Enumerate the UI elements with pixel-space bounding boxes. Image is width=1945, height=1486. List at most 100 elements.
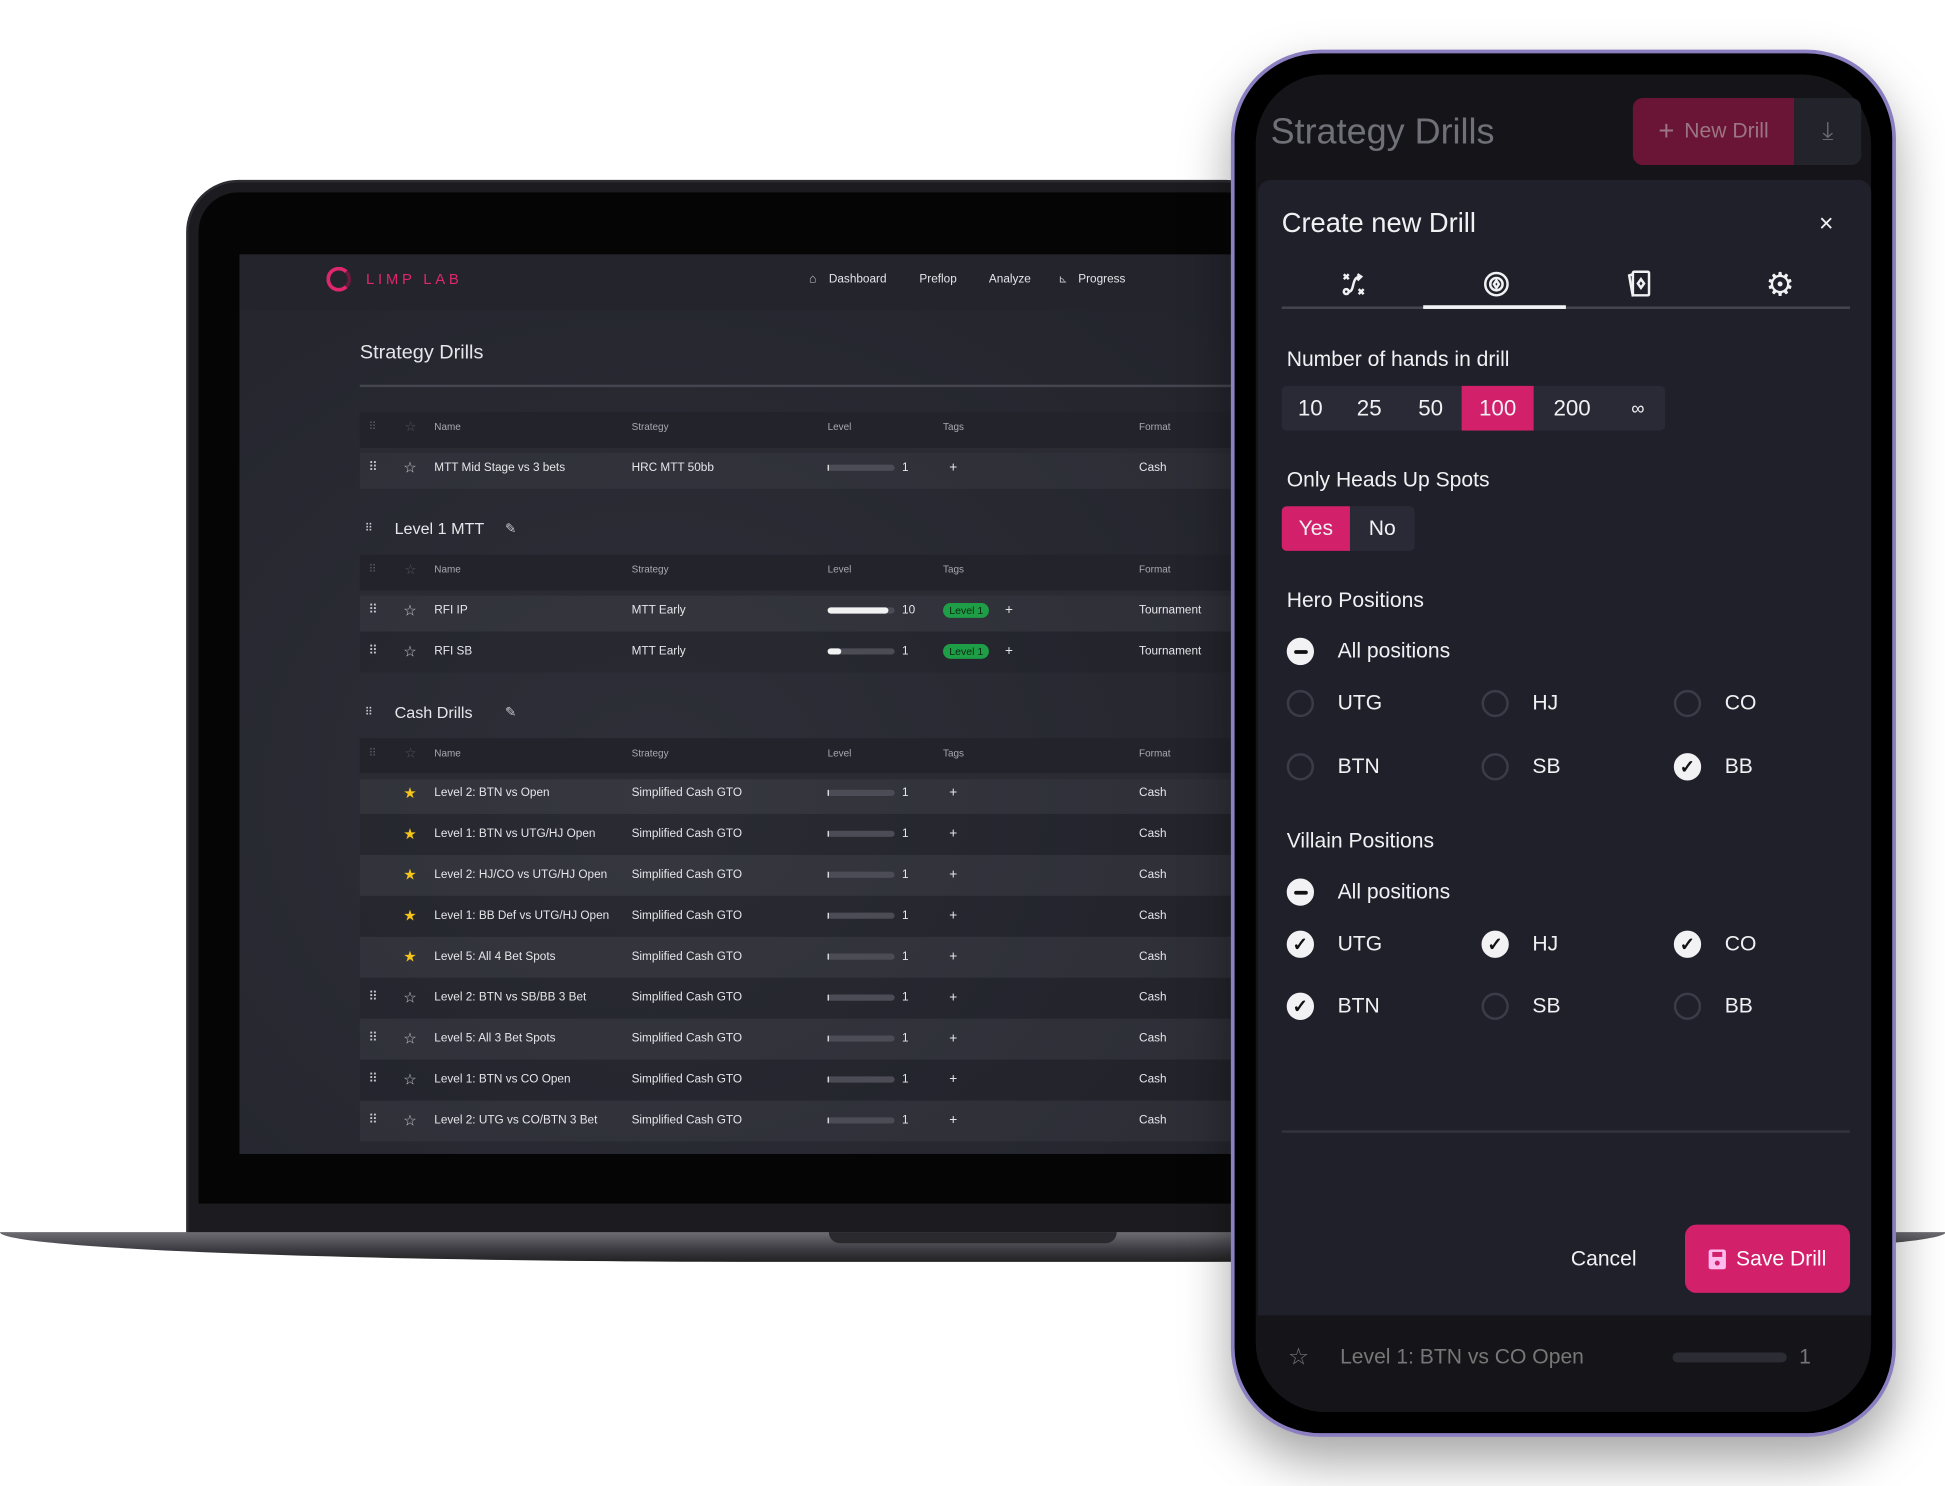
download-button[interactable]: ⤓	[1794, 98, 1862, 166]
add-tag-icon[interactable]: +	[949, 949, 957, 964]
drag-handle-icon[interactable]: ⠿	[369, 1073, 378, 1087]
heads-up-yes[interactable]: Yes	[1281, 506, 1350, 551]
hero-position-utg[interactable]: UTG	[1338, 691, 1383, 716]
add-tag-icon[interactable]: +	[949, 826, 957, 841]
column-header-name[interactable]: Name	[434, 421, 460, 432]
villain-position-utg[interactable]: UTG	[1338, 932, 1383, 957]
hero-checkbox-bb[interactable]: ✓	[1673, 753, 1702, 781]
hero-checkbox-utg[interactable]	[1286, 689, 1315, 718]
tab-route[interactable]	[1282, 263, 1425, 305]
hero-all-positions-label[interactable]: All positions	[1338, 639, 1451, 664]
column-header-format[interactable]: Format	[1139, 564, 1170, 575]
drill-name[interactable]: Level 1: BB Def vs UTG/HJ Open	[434, 909, 609, 923]
tab-cards[interactable]	[1567, 263, 1710, 305]
hands-option-50[interactable]: 50	[1400, 386, 1462, 431]
hero-checkbox-hj[interactable]	[1481, 689, 1509, 718]
add-tag-icon[interactable]: +	[949, 867, 957, 882]
star-icon[interactable]: ☆	[403, 459, 416, 476]
drag-handle-icon[interactable]: ⠿	[369, 604, 378, 618]
drag-handle-icon[interactable]: ⠿	[369, 1114, 378, 1128]
star-filled-icon[interactable]: ★	[403, 948, 416, 965]
add-tag-icon[interactable]: +	[949, 1031, 957, 1046]
column-header-strategy[interactable]: Strategy	[632, 748, 669, 759]
heads-up-no[interactable]: No	[1349, 506, 1415, 551]
villain-checkbox-co[interactable]: ✓	[1673, 930, 1702, 958]
nav-dashboard[interactable]: Dashboard	[829, 272, 887, 286]
column-header-tags[interactable]: Tags	[943, 748, 964, 759]
pencil-icon[interactable]: ✎	[505, 521, 516, 537]
hands-option-∞[interactable]: ∞	[1611, 386, 1666, 431]
column-header-strategy[interactable]: Strategy	[632, 564, 669, 575]
tag-badge[interactable]: Level 1	[943, 643, 990, 659]
column-header-strategy[interactable]: Strategy	[632, 421, 669, 432]
villain-all-positions-toggle[interactable]	[1286, 878, 1315, 906]
villain-position-bb[interactable]: BB	[1725, 994, 1753, 1019]
drag-handle-icon[interactable]: ⠿	[369, 645, 378, 659]
column-header-tags[interactable]: Tags	[943, 421, 964, 432]
hands-option-200[interactable]: 200	[1534, 386, 1611, 431]
drill-name[interactable]: Level 2: UTG vs CO/BTN 3 Bet	[434, 1114, 597, 1128]
table-row[interactable]	[359, 590, 1270, 632]
drag-handle-icon[interactable]: ⠿	[365, 522, 373, 536]
add-tag-icon[interactable]: +	[949, 460, 957, 475]
add-tag-icon[interactable]: +	[949, 785, 957, 800]
column-header-level[interactable]: Level	[828, 564, 852, 575]
tab-chip[interactable]	[1424, 263, 1567, 305]
drag-handle-icon[interactable]: ⠿	[365, 705, 373, 719]
new-drill-button[interactable]: + New Drill	[1632, 98, 1795, 166]
add-tag-icon[interactable]: +	[949, 908, 957, 923]
pencil-icon[interactable]: ✎	[505, 704, 516, 720]
drill-name[interactable]: Level 1: BTN vs CO Open	[434, 1073, 570, 1087]
save-drill-button[interactable]: Save Drill	[1685, 1224, 1851, 1293]
drill-name[interactable]: MTT Mid Stage vs 3 bets	[434, 461, 565, 475]
star-icon[interactable]: ☆	[1288, 1343, 1309, 1372]
drill-name[interactable]: Level 1: BTN vs UTG/HJ Open	[434, 827, 595, 841]
hero-position-hj[interactable]: HJ	[1532, 691, 1558, 716]
tag-badge[interactable]: Level 1	[943, 603, 990, 618]
add-tag-icon[interactable]: +	[1005, 603, 1013, 618]
add-tag-icon[interactable]: +	[1005, 644, 1013, 659]
column-header-name[interactable]: Name	[434, 564, 460, 575]
hero-all-positions-toggle[interactable]	[1286, 637, 1315, 666]
column-header-name[interactable]: Name	[434, 748, 460, 759]
drag-handle-icon[interactable]: ⠿	[369, 461, 378, 475]
hero-checkbox-co[interactable]	[1673, 689, 1702, 718]
drill-name[interactable]: RFI SB	[434, 645, 472, 659]
star-icon[interactable]: ☆	[403, 1112, 416, 1129]
column-header-level[interactable]: Level	[828, 421, 852, 432]
nav-preflop[interactable]: Preflop	[919, 272, 956, 286]
bottom-row-name[interactable]: Level 1: BTN vs CO Open	[1340, 1345, 1584, 1370]
villain-all-positions-label[interactable]: All positions	[1338, 880, 1451, 905]
close-icon[interactable]: ×	[1819, 210, 1834, 239]
drill-name[interactable]: Level 2: BTN vs SB/BB 3 Bet	[434, 991, 586, 1005]
nav-analyze[interactable]: Analyze	[989, 272, 1031, 286]
star-icon[interactable]: ☆	[403, 989, 416, 1006]
villain-checkbox-utg[interactable]: ✓	[1286, 930, 1315, 958]
star-icon[interactable]: ☆	[403, 602, 416, 619]
drill-name[interactable]: Level 2: HJ/CO vs UTG/HJ Open	[434, 868, 607, 882]
star-icon[interactable]: ☆	[403, 1071, 416, 1088]
hands-option-10[interactable]: 10	[1282, 386, 1339, 431]
add-tag-icon[interactable]: +	[949, 1113, 957, 1128]
villain-position-co[interactable]: CO	[1725, 932, 1757, 957]
villain-position-hj[interactable]: HJ	[1532, 932, 1558, 957]
column-header-format[interactable]: Format	[1139, 748, 1170, 759]
villain-position-btn[interactable]: BTN	[1338, 994, 1380, 1019]
drill-name[interactable]: Level 5: All 3 Bet Spots	[434, 1032, 555, 1046]
star-filled-icon[interactable]: ★	[403, 907, 416, 924]
hero-position-co[interactable]: CO	[1725, 691, 1757, 716]
hero-checkbox-btn[interactable]	[1286, 753, 1315, 781]
star-filled-icon[interactable]: ★	[403, 825, 416, 842]
villain-checkbox-sb[interactable]	[1481, 992, 1509, 1020]
add-tag-icon[interactable]: +	[949, 990, 957, 1005]
hero-position-btn[interactable]: BTN	[1338, 754, 1380, 779]
column-header-tags[interactable]: Tags	[943, 564, 964, 575]
drill-name[interactable]: RFI IP	[434, 604, 467, 618]
drag-handle-icon[interactable]: ⠿	[369, 1032, 378, 1046]
villain-checkbox-bb[interactable]	[1673, 992, 1702, 1020]
star-filled-icon[interactable]: ★	[403, 784, 416, 801]
drill-name[interactable]: Level 5: All 4 Bet Spots	[434, 950, 555, 964]
hero-checkbox-sb[interactable]	[1481, 753, 1509, 781]
nav-progress[interactable]: Progress	[1078, 272, 1125, 286]
star-icon[interactable]: ☆	[403, 643, 416, 660]
